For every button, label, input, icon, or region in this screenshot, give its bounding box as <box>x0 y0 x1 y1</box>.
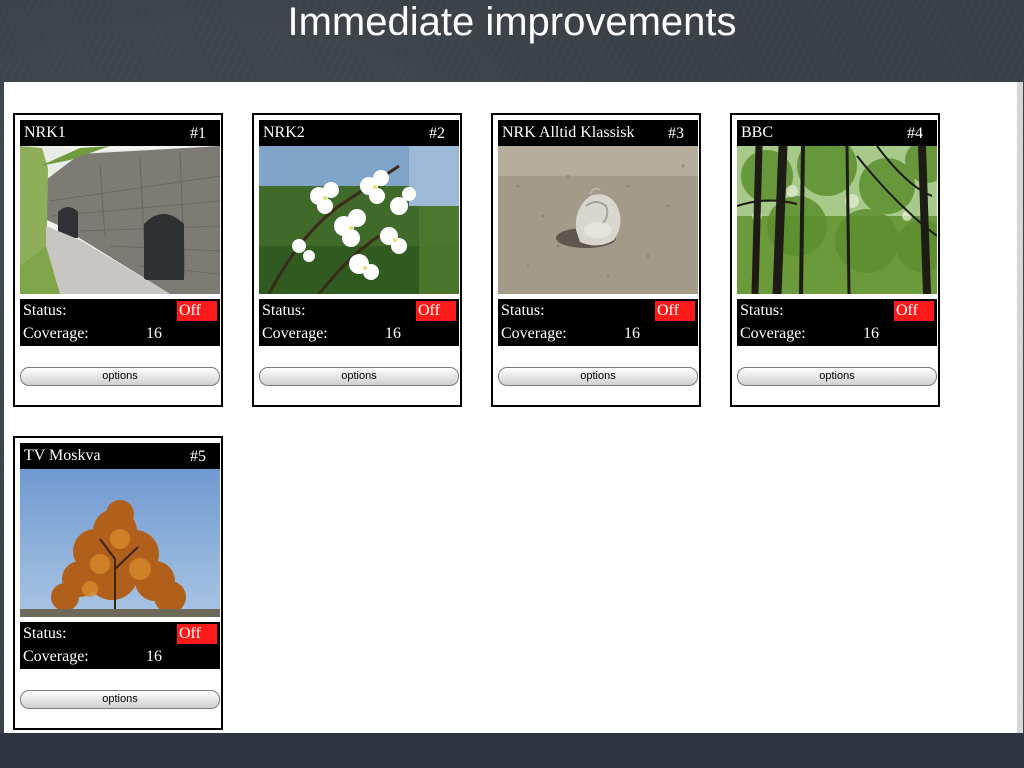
coverage-label: Coverage: <box>23 648 89 665</box>
channel-number: #1 <box>190 125 206 142</box>
options-button[interactable]: options <box>259 367 459 386</box>
card-info: Status: Off Coverage: 16 <box>498 299 698 346</box>
channel-name: NRK Alltid Klassisk <box>502 124 635 141</box>
card-header: NRK Alltid Klassisk #3 <box>498 120 698 146</box>
channel-number: #2 <box>429 125 445 142</box>
channel-name: BBC <box>741 124 774 141</box>
channel-card-nrk1: NRK1 #1 Status: Off Coverage: 16 options <box>13 113 223 407</box>
slide-title: Immediate improvements <box>287 0 737 44</box>
coverage-label: Coverage: <box>23 325 89 342</box>
coverage-value: 16 <box>624 325 640 342</box>
slide-footer-band <box>0 733 1024 768</box>
channel-number: #5 <box>190 448 206 465</box>
coverage-label: Coverage: <box>262 325 328 342</box>
channel-card-bbc: BBC #4 Status: Off Coverage: 16 options <box>730 113 940 407</box>
options-button[interactable]: options <box>737 367 937 386</box>
coverage-value: 16 <box>146 648 162 665</box>
channel-name: NRK1 <box>24 124 66 141</box>
channel-number: #3 <box>668 125 684 142</box>
status-label: Status: <box>23 625 67 642</box>
status-label: Status: <box>501 302 545 319</box>
status-badge: Off <box>655 301 695 321</box>
options-button[interactable]: options <box>20 690 220 709</box>
coverage-value: 16 <box>146 325 162 342</box>
channel-card-tv-moskva: TV Moskva #5 Status: Off Coverage: 16 op… <box>13 436 223 730</box>
coverage-value: 16 <box>385 325 401 342</box>
card-header: NRK2 #2 <box>259 120 459 146</box>
options-button[interactable]: options <box>20 367 220 386</box>
snail-shell-photo <box>498 146 698 294</box>
channel-name: NRK2 <box>263 124 305 141</box>
status-label: Status: <box>262 302 306 319</box>
status-badge: Off <box>177 301 217 321</box>
channel-grid: NRK1 #1 Status: Off Coverage: 16 options… <box>4 82 1018 733</box>
status-badge: Off <box>894 301 934 321</box>
channel-card-nrk-alltid-klassisk: NRK Alltid Klassisk #3 Status: Off Cover… <box>491 113 701 407</box>
card-info: Status: Off Coverage: 16 <box>20 299 220 346</box>
channel-number: #4 <box>907 125 923 142</box>
forest-trees-photo <box>737 146 937 294</box>
card-info: Status: Off Coverage: 16 <box>20 622 220 669</box>
status-label: Status: <box>23 302 67 319</box>
status-badge: Off <box>177 624 217 644</box>
autumn-tree-photo <box>20 469 220 617</box>
card-info: Status: Off Coverage: 16 <box>737 299 937 346</box>
stone-wall-photo <box>20 146 220 294</box>
channel-card-nrk2: NRK2 #2 Status: Off Coverage: 16 options <box>252 113 462 407</box>
options-button[interactable]: options <box>498 367 698 386</box>
status-badge: Off <box>416 301 456 321</box>
status-label: Status: <box>740 302 784 319</box>
card-header: TV Moskva #5 <box>20 443 220 469</box>
coverage-value: 16 <box>863 325 879 342</box>
coverage-label: Coverage: <box>501 325 567 342</box>
vertical-scrollbar[interactable] <box>1017 82 1023 733</box>
card-header: BBC #4 <box>737 120 937 146</box>
card-header: NRK1 #1 <box>20 120 220 146</box>
coverage-label: Coverage: <box>740 325 806 342</box>
white-blossom-photo <box>259 146 459 294</box>
channel-name: TV Moskva <box>24 447 101 464</box>
card-info: Status: Off Coverage: 16 <box>259 299 459 346</box>
